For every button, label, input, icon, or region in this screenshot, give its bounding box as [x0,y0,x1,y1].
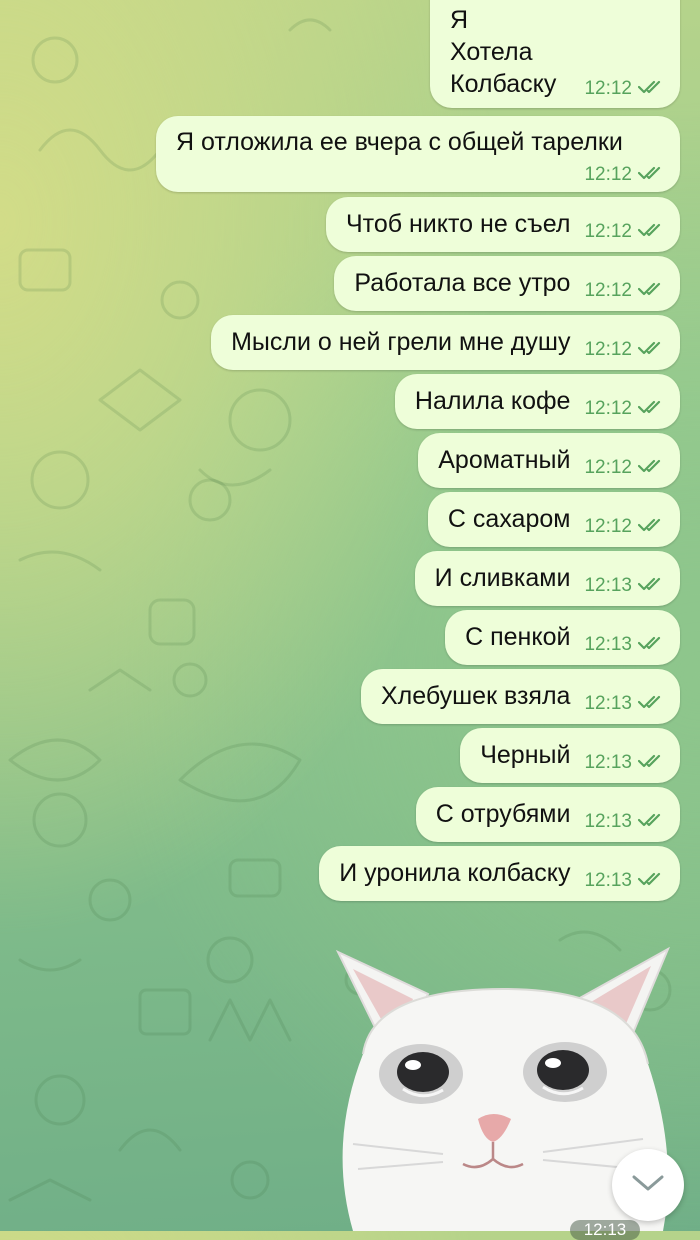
double-check-icon [637,78,666,100]
message-time: 12:13 [584,692,632,714]
double-check-icon [637,811,666,833]
message-bubble[interactable]: Я Хотела Колбаску 12:12 [430,0,680,108]
message-meta: 12:12 [584,502,666,538]
message-time: 12:12 [584,220,632,242]
message-time: 12:12 [584,164,632,185]
message-time: 12:12 [584,338,632,360]
sticker-time: 12:13 [570,1220,640,1240]
scroll-down-button[interactable] [612,1149,684,1221]
message-meta: 12:12 [584,384,666,420]
message-bubble[interactable]: Мысли о ней грели мне душу 12:12 [211,315,680,370]
double-check-icon [637,457,666,479]
message-meta: 12:12 [584,78,666,100]
message-text: Работала все утро [354,269,571,297]
double-check-icon [637,280,666,302]
message-meta: 12:13 [584,856,666,892]
message-text: Я отложила ее вчера с общей тарелки [176,128,623,156]
message-time: 12:12 [584,78,632,99]
message-bubble[interactable]: С отрубями 12:13 [415,787,680,842]
message-time: 12:13 [584,869,632,891]
message-meta: 12:13 [584,797,666,833]
message-text: Хлебушек взяла [380,682,571,710]
message-meta: 12:12 [584,164,666,186]
double-check-icon [637,339,666,361]
message-time: 12:12 [584,397,632,419]
message-text: И сливками [434,564,571,592]
double-check-icon [637,516,666,538]
message-time: 12:13 [584,810,632,832]
double-check-icon [637,398,666,420]
message-bubble[interactable]: С сахаром 12:12 [427,492,680,547]
message-text: Налила кофе [414,387,571,415]
message-text: С пенкой [465,623,571,651]
message-text: Чтоб никто не съел [346,210,571,238]
message-meta: 12:12 [584,207,666,243]
message-meta: 12:13 [584,620,666,656]
message-meta: 12:13 [584,679,666,715]
message-bubble[interactable]: И сливками 12:13 [414,551,680,606]
message-text: Черный [480,741,571,769]
message-meta: 12:13 [584,738,666,774]
message-bubble[interactable]: Налила кофе 12:12 [394,374,680,429]
message-time: 12:12 [584,515,632,537]
chevron-down-icon [631,1173,665,1198]
message-bubble[interactable]: Хлебушек взяла 12:13 [360,669,680,724]
message-text: Ароматный [438,446,571,474]
message-meta: 12:12 [584,443,666,479]
double-check-icon [637,575,666,597]
message-text: С отрубями [435,800,571,828]
message-text: С сахаром [447,505,571,533]
message-meta: 12:12 [584,266,666,302]
message-text: И уронила колбаску [339,859,571,887]
double-check-icon [637,164,666,186]
message-bubble[interactable]: И уронила колбаску 12:13 [319,846,680,901]
double-check-icon [637,634,666,656]
message-time: 12:13 [584,633,632,655]
double-check-icon [637,870,666,892]
message-time: 12:13 [584,574,632,596]
message-bubble[interactable]: Я отложила ее вчера с общей тарелки 12:1… [156,116,680,192]
double-check-icon [637,221,666,243]
double-check-icon [637,693,666,715]
message-meta: 12:12 [584,325,666,361]
double-check-icon [637,752,666,774]
message-bubble[interactable]: Работала все утро 12:12 [334,256,680,311]
message-bubble[interactable]: Черный 12:13 [460,728,680,783]
message-time: 12:12 [584,456,632,478]
message-text-line: Я [450,6,469,34]
message-time: 12:13 [584,751,632,773]
message-bubble[interactable]: Чтоб никто не съел 12:12 [326,197,680,252]
message-meta: 12:13 [584,561,666,597]
message-bubble[interactable]: Ароматный 12:12 [418,433,680,488]
message-text: Мысли о ней грели мне душу [231,328,571,356]
message-time: 12:12 [584,279,632,301]
message-bubble[interactable]: С пенкой 12:13 [445,610,680,665]
message-text-line: Хотела [450,38,533,66]
